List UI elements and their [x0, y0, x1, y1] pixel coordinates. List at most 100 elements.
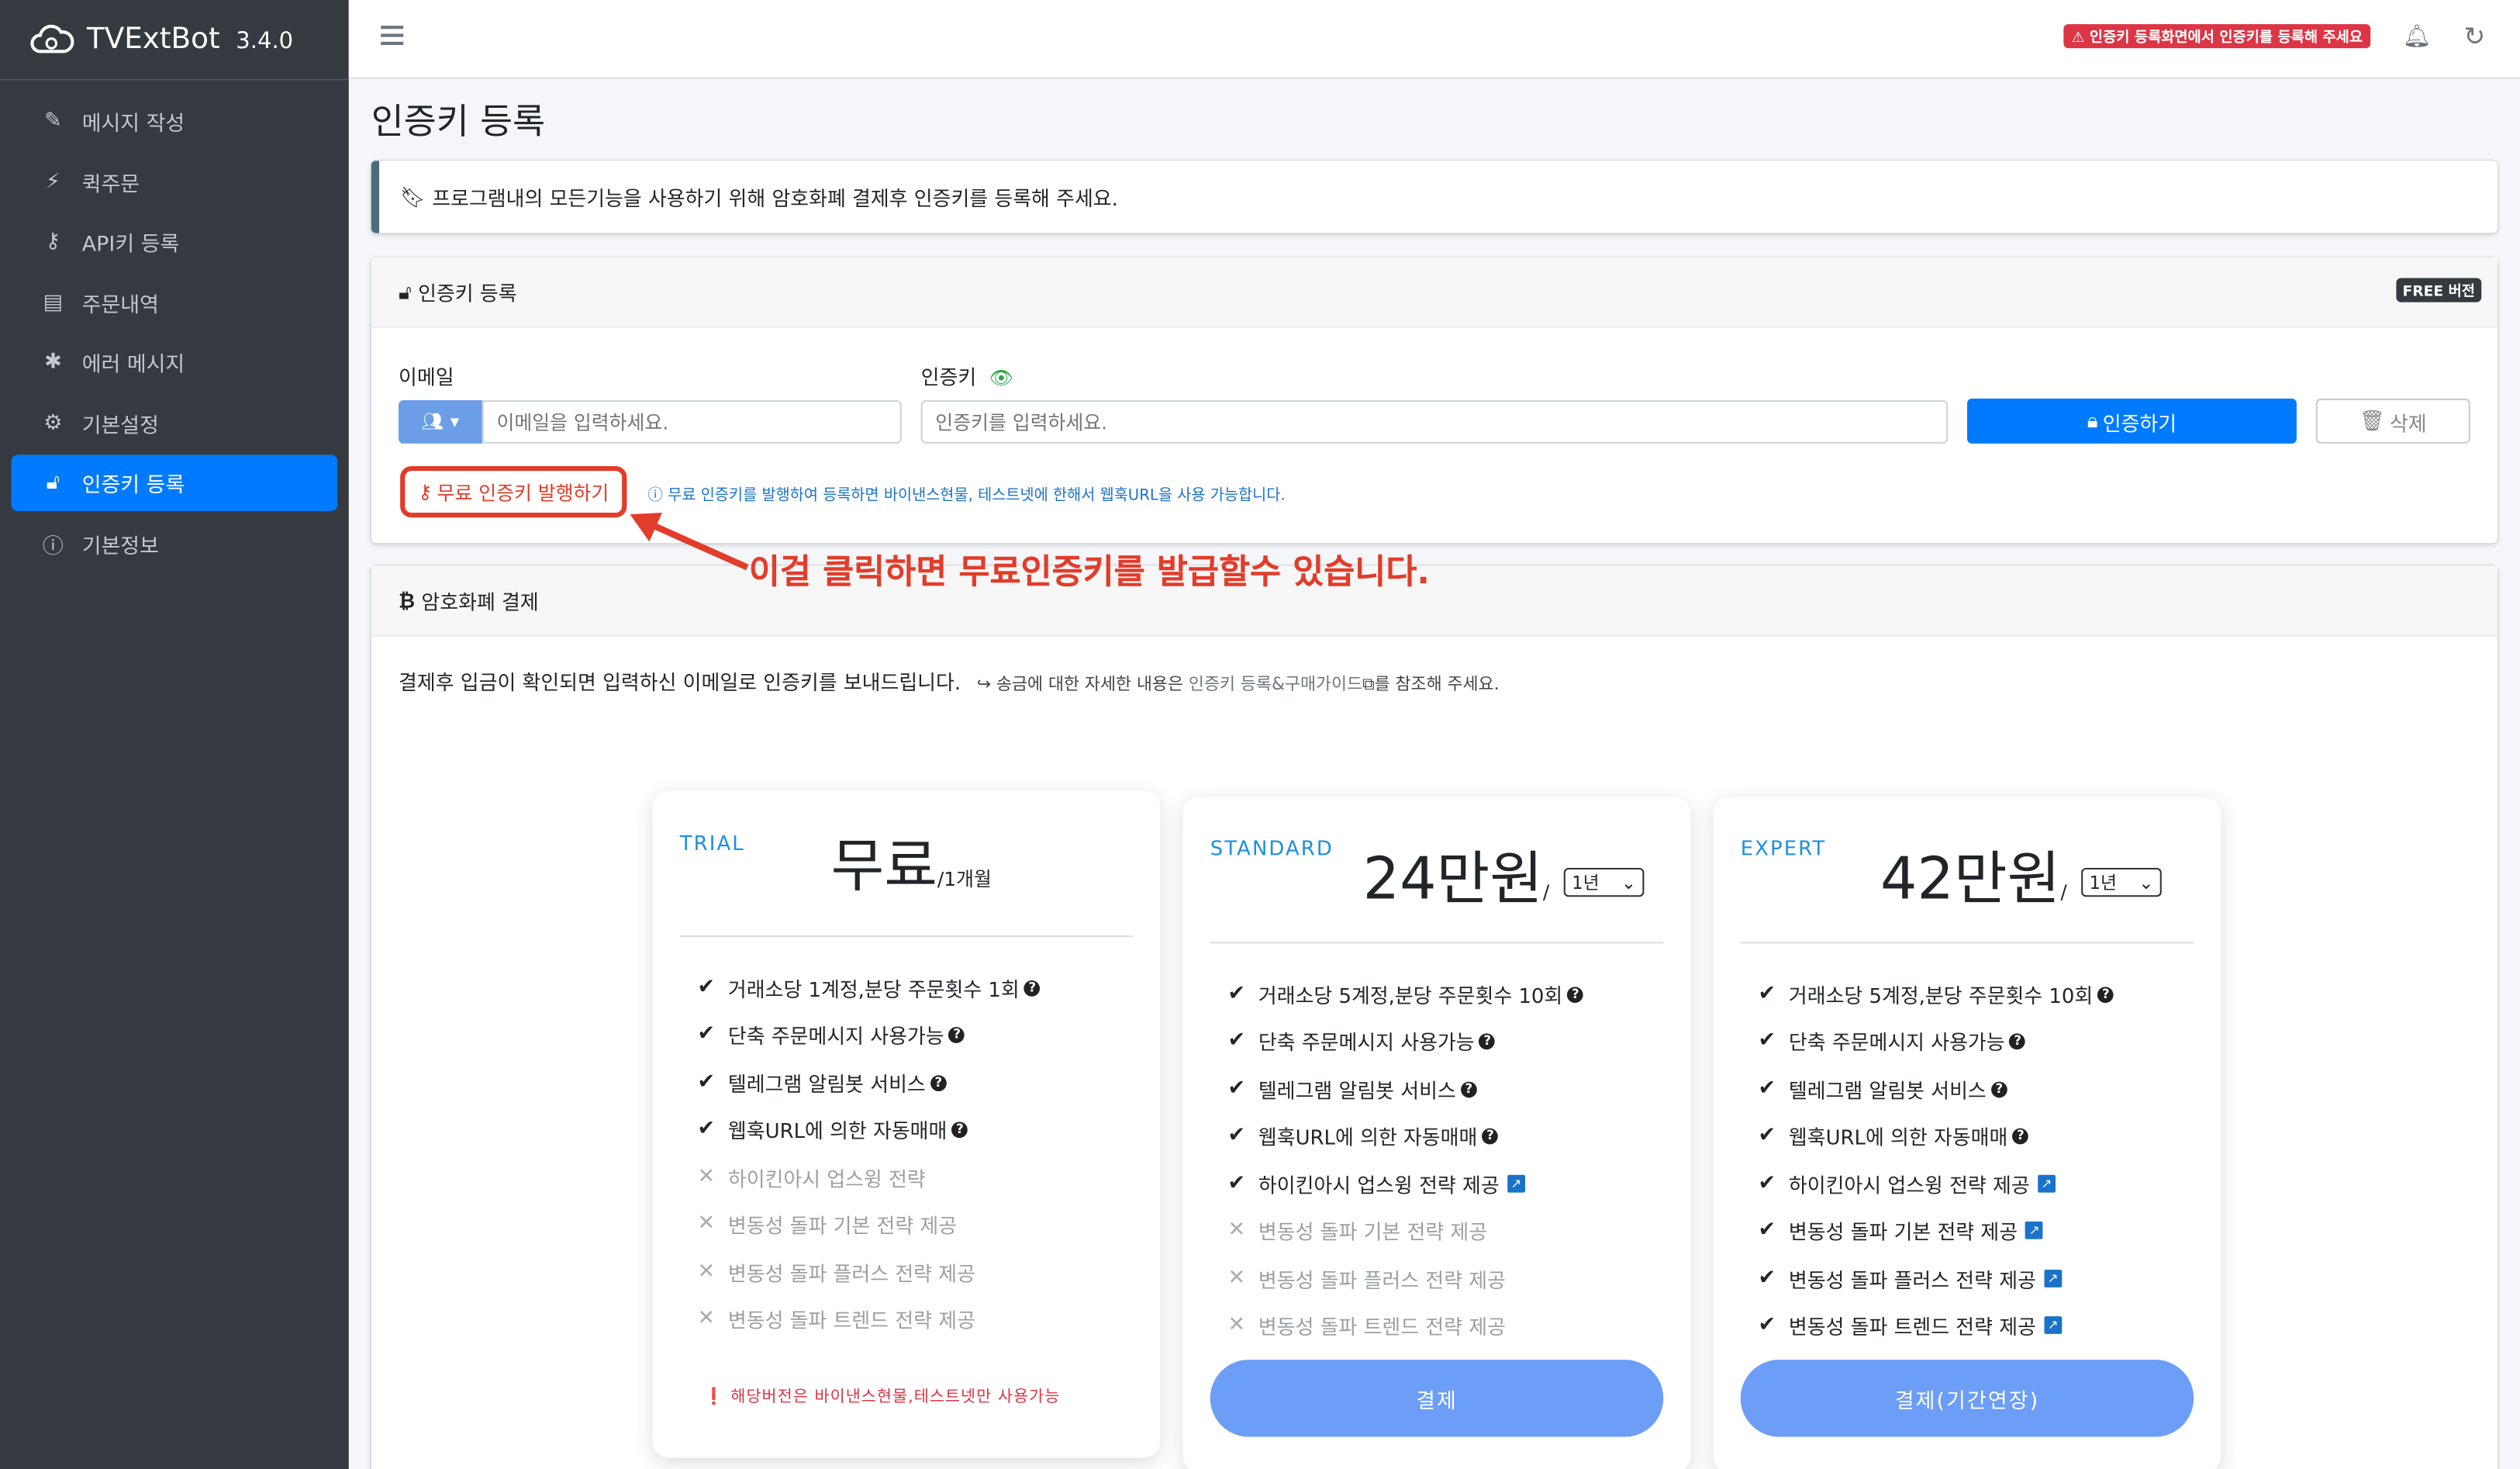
- times-icon: ✕: [1227, 1266, 1246, 1291]
- question-icon[interactable]: ?: [951, 1121, 968, 1138]
- divider: [679, 935, 1134, 938]
- question-icon[interactable]: ?: [2097, 986, 2114, 1003]
- eye-slash-icon[interactable]: 👁︎: [989, 366, 1014, 389]
- question-icon[interactable]: ?: [2009, 1032, 2026, 1049]
- app-name: TVExtBot: [86, 22, 220, 57]
- plan-card-standard: STANDARD 24만원/ 1년 ⌄ ✔ 거래소당 5계정,분당 주문횟수 10회…: [1182, 797, 1691, 1469]
- payment-description: 결제후 입금이 확인되면 입력하신 이메일로 인증키를 보내드립니다. ↪ 송금…: [399, 670, 1500, 695]
- period-select[interactable]: 1년 ⌄: [1563, 867, 1645, 897]
- feature-item: ✔ 단축 주문메시지 사용가능?: [1228, 1025, 1496, 1056]
- issue-free-key-link[interactable]: ⚷ 무료 인증키 발행하기: [400, 465, 627, 518]
- card-header: 🔓︎ 인증키 등록 FREE 버전: [371, 257, 2498, 328]
- trial-note: ❗ 해당버전은 바이낸스현물,테스트넷만 사용가능: [703, 1388, 1061, 1407]
- key-label-wrap: 인증키 👁︎: [921, 360, 1014, 390]
- check-icon: ✔: [1227, 1171, 1246, 1196]
- sidebar-item-info[interactable]: ⓘ 기본정보: [12, 515, 338, 572]
- sidebar-item-errors[interactable]: ✱ 에러 메시지: [12, 334, 338, 391]
- lock-icon: 🔒︎: [2087, 408, 2098, 433]
- sidebar-item-orders[interactable]: ▤ 주문내역: [12, 274, 338, 330]
- check-icon: ✔: [1758, 1218, 1776, 1243]
- bug-icon: ✱: [44, 350, 62, 375]
- plan-name: STANDARD: [1210, 835, 1334, 860]
- key-icon: ⚷: [418, 480, 433, 503]
- external-link-icon[interactable]: ↗: [2038, 1174, 2056, 1193]
- share-icon: ↪: [976, 675, 996, 695]
- question-icon[interactable]: ?: [1990, 1080, 2007, 1097]
- sidebar-item-label: 인증키 등록: [81, 474, 185, 499]
- sidebar-item-label: 기본정보: [81, 534, 159, 559]
- question-icon[interactable]: ?: [1460, 1080, 1477, 1097]
- question-icon[interactable]: ?: [1024, 980, 1041, 996]
- feature-item: ✔ 변동성 돌파 기본 전략 제공 ↗: [1759, 1215, 2044, 1246]
- card-title: 인증키 등록: [418, 281, 517, 306]
- free-key-note: ⓘ 무료 인증키를 발행하여 등록하면 바이낸스현물, 테스트넷에 한해서 웹훅…: [647, 486, 1286, 505]
- period-select[interactable]: 1년 ⌄: [2081, 867, 2162, 897]
- sidebar-item-message[interactable]: ✎ 메시지 작성: [12, 93, 338, 150]
- question-icon[interactable]: ?: [948, 1026, 965, 1042]
- sidebar-item-quick-order[interactable]: ⚡ 퀵주문: [12, 154, 338, 210]
- plan-card-trial: TRIAL 무료/1개월 ✔ 거래소당 1계정,분당 주문횟수 1회? ✔ 단축 주…: [652, 790, 1161, 1458]
- top-navbar: ⚠ 인증키 등록화면에서 인증키를 등록해 주세요 🔔︎ ↻: [348, 0, 2520, 79]
- guide-note: ↪ 송금에 대한 자세한 내용은 인증키 등록&구매가이드⧉를 참조해 주세요.: [976, 675, 1500, 695]
- free-version-badge: FREE 버전: [2396, 278, 2482, 302]
- bitcoin-icon: ₿: [399, 588, 416, 613]
- refresh-icon[interactable]: ↻: [2463, 21, 2485, 51]
- sidebar-item-label: 에러 메시지: [81, 353, 185, 378]
- divider: [1740, 942, 2194, 944]
- trash-icon: 🗑︎: [2359, 408, 2385, 433]
- page-title: 인증키 등록: [371, 102, 546, 143]
- unlock-icon: 🔓︎: [46, 471, 60, 496]
- times-icon: ✕: [697, 1306, 716, 1331]
- sidebar: TVExtBot 3.4.0 ✎ 메시지 작성 ⚡ 퀵주문 ⚷ API키 등록 ▤ 주문…: [0, 0, 349, 1469]
- auth-key-card: 🔓︎ 인증키 등록 FREE 버전 이메일 인증키 👁︎ 👥︎ ▾ 🔒︎인증하기 🗑…: [371, 257, 2498, 544]
- email-label: 이메일: [399, 365, 454, 389]
- key-label: 인증키: [920, 365, 977, 389]
- check-icon: ✔: [1758, 1077, 1776, 1101]
- purchase-guide-link[interactable]: 인증키 등록&구매가이드: [1189, 675, 1362, 694]
- sidebar-item-api-key[interactable]: ⚷ API키 등록: [12, 214, 338, 271]
- email-input[interactable]: [482, 399, 902, 444]
- divider: [1210, 942, 1664, 944]
- book-icon: ▤: [43, 290, 64, 315]
- sidebar-item-label: 주문내역: [81, 293, 159, 318]
- hamburger-menu-icon[interactable]: [381, 26, 404, 46]
- external-link-icon[interactable]: ↗: [2044, 1270, 2063, 1288]
- annotation-arrow: [630, 513, 749, 571]
- question-icon[interactable]: ?: [1567, 986, 1584, 1003]
- authenticate-button[interactable]: 🔒︎ 인증하기: [1966, 398, 2297, 444]
- question-icon[interactable]: ?: [1479, 1032, 1496, 1049]
- user-group-dropdown[interactable]: 👥︎ ▾: [399, 399, 482, 444]
- sidebar-nav: ✎ 메시지 작성 ⚡ 퀵주문 ⚷ API키 등록 ▤ 주문내역 ✱ 에러 메시지 ⚙ 기본설…: [0, 81, 349, 572]
- question-icon[interactable]: ?: [930, 1074, 947, 1091]
- external-link-icon[interactable]: ↗: [1507, 1174, 1525, 1193]
- feature-item: ✕ 변동성 돌파 기본 전략 제공: [1227, 1218, 1488, 1244]
- bell-icon[interactable]: 🔔︎: [2403, 24, 2432, 50]
- feature-item: ✕ 변동성 돌파 기본 전략 제공: [697, 1211, 958, 1238]
- feature-item: ✔ 웹훅URL에 의한 자동매매?: [1759, 1120, 2029, 1150]
- times-icon: ✕: [697, 1211, 716, 1236]
- external-link-icon[interactable]: ↗: [2025, 1221, 2044, 1239]
- external-link-icon[interactable]: ↗: [2044, 1316, 2063, 1334]
- times-icon: ✕: [697, 1165, 716, 1190]
- pay-extend-button[interactable]: 결제(기간연장): [1740, 1360, 2194, 1437]
- auth-key-input[interactable]: [920, 399, 1949, 444]
- delete-button[interactable]: 🗑︎ 삭제: [2315, 398, 2470, 444]
- info-icon: ⓘ: [42, 534, 64, 559]
- pay-button[interactable]: 결제: [1210, 1360, 1664, 1437]
- sidebar-item-settings[interactable]: ⚙ 기본설정: [12, 395, 338, 451]
- check-icon: ✔: [697, 1117, 716, 1142]
- sidebar-item-auth-key[interactable]: 🔓︎ 인증키 등록: [11, 455, 338, 511]
- check-icon: ✔: [1758, 1266, 1776, 1291]
- feature-item: ✔ 단축 주문메시지 사용가능?: [1759, 1025, 2026, 1056]
- question-icon[interactable]: ?: [1482, 1127, 1499, 1144]
- exclamation-circle-icon: ❗: [703, 1388, 731, 1407]
- plan-name: TRIAL: [679, 831, 745, 855]
- feature-item: ✔ 하이킨아시 업스윙 전략 제공 ↗: [1759, 1168, 2056, 1198]
- plan-card-expert: EXPERT 42만원/ 1년 ⌄ ✔ 거래소당 5계정,분당 주문횟수 10회? …: [1713, 797, 2221, 1469]
- chevron-down-icon: ⌄: [1621, 872, 1637, 893]
- sidebar-item-label: 메시지 작성: [81, 112, 185, 137]
- feature-item: ✔ 변동성 돌파 트렌드 전략 제공 ↗: [1759, 1310, 2063, 1340]
- question-icon[interactable]: ?: [2012, 1127, 2029, 1144]
- check-icon: ✔: [1758, 1171, 1776, 1196]
- brand[interactable]: TVExtBot 3.4.0: [0, 0, 349, 81]
